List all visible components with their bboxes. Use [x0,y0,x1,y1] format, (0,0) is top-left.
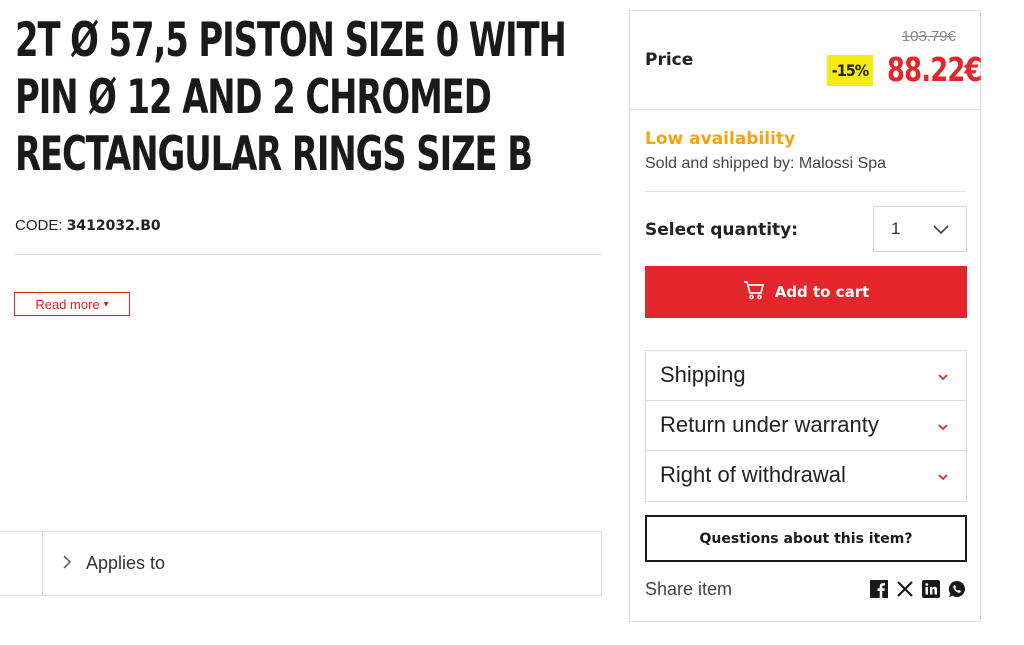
product-code-value: 3412032.B0 [66,218,161,234]
info-accordion: Shipping Return under warranty Right of … [645,350,967,502]
whatsapp-icon[interactable] [948,580,966,598]
accordion-label: Return under warranty [660,412,879,437]
product-title: 2T Ø 57,5 PISTON SIZE 0 WITH PIN Ø 12 AN… [15,13,567,182]
quantity-label: Select quantity: [645,220,799,240]
add-to-cart-button[interactable]: Add to cart [645,266,967,318]
chevron-down-icon [937,419,949,437]
accordion-label: Shipping [660,362,746,387]
chevron-down-icon [932,220,950,243]
caret-down-icon: ▾ [103,298,109,310]
chevron-right-icon [62,554,72,575]
product-code: CODE: 3412032.B0 [15,217,161,234]
quantity-value: 1 [891,219,901,238]
chevron-down-icon [937,369,949,387]
applies-to-label: Applies to [86,553,166,573]
divider [630,109,980,110]
accordion-right-of-withdrawal[interactable]: Right of withdrawal [646,451,966,501]
read-more-label: Read more [35,296,100,312]
divider [645,191,966,192]
accordion-label: Right of withdrawal [660,462,846,487]
availability-status: Low availability [645,129,796,149]
x-icon[interactable] [896,580,914,598]
purchase-panel: Price 103.79€ -15% 88.22€ Low availabili… [629,10,982,622]
applies-to-gutter [0,532,43,595]
current-price: 88.22€ [887,50,982,89]
questions-button[interactable]: Questions about this item? [645,515,967,562]
divider [15,254,602,255]
add-to-cart-label: Add to cart [774,283,870,301]
seller-info: Sold and shipped by: Malossi Spa [645,155,887,172]
accordion-return-warranty[interactable]: Return under warranty [646,401,966,451]
linkedin-icon[interactable] [922,580,940,598]
share-label: Share item [645,579,733,599]
social-share [870,580,966,598]
accordion-shipping[interactable]: Shipping [646,351,966,401]
applies-to-section[interactable]: Applies to [0,531,602,596]
read-more-button[interactable]: Read more ▾ [14,292,130,316]
cart-icon [743,280,765,304]
quantity-select[interactable]: 1 [873,206,967,252]
price-label: Price [645,50,694,70]
facebook-icon[interactable] [870,580,888,598]
old-price: 103.79€ [901,28,956,45]
discount-badge: -15% [827,55,873,86]
product-code-label: CODE: [15,217,63,234]
chevron-down-icon [937,469,949,487]
